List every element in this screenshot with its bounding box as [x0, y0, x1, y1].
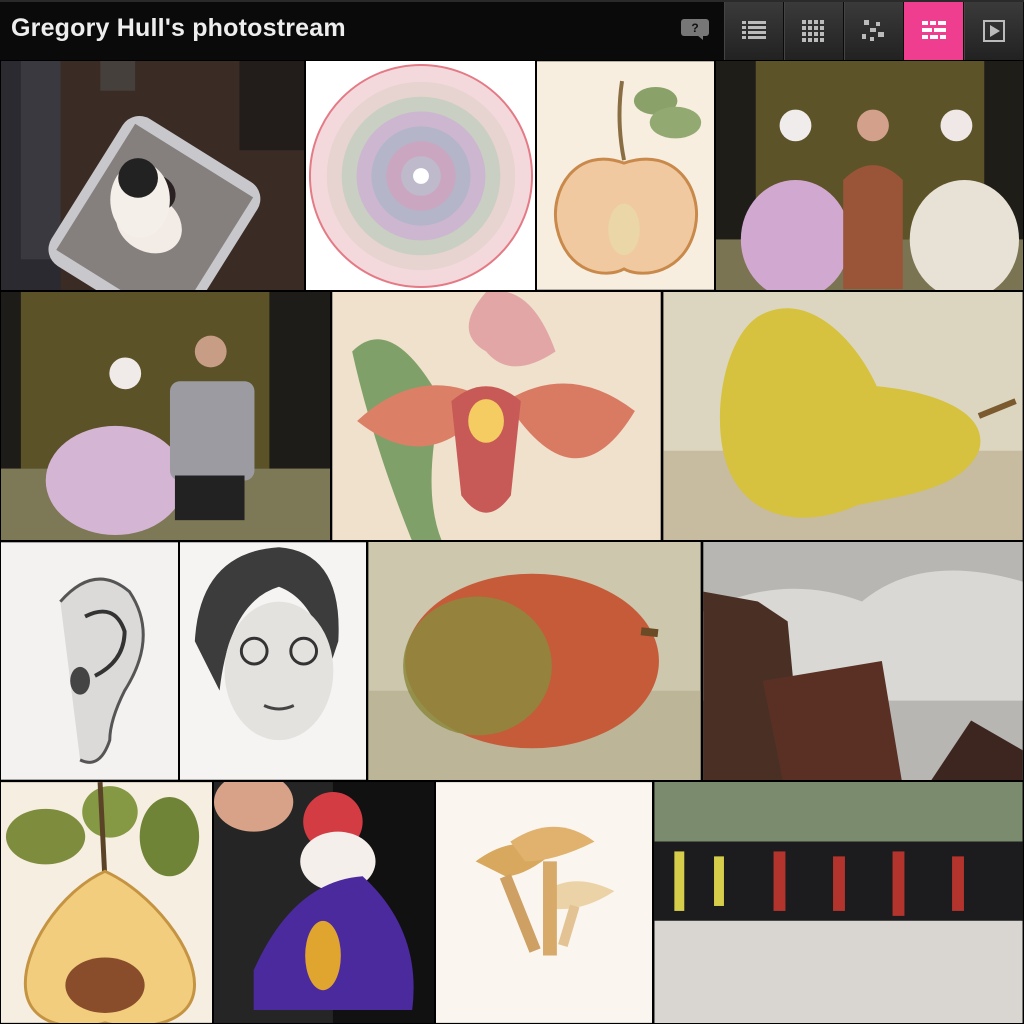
speech-bubble-question-icon[interactable]: ?: [681, 19, 709, 41]
scatter-view-button[interactable]: [844, 2, 903, 60]
photo-geisha-trio[interactable]: [715, 60, 1024, 291]
photo-quince[interactable]: [0, 781, 213, 1024]
grid-view-button[interactable]: [784, 2, 843, 60]
photo-orchid[interactable]: [331, 291, 662, 541]
photo-mango[interactable]: [367, 541, 702, 781]
photo-pear[interactable]: [662, 291, 1024, 541]
photo-portrait[interactable]: [179, 541, 367, 781]
photo-mushrooms[interactable]: [435, 781, 653, 1024]
svg-text:?: ?: [691, 21, 698, 35]
mosaic-view-button[interactable]: [904, 2, 963, 60]
photo-mountains[interactable]: [702, 541, 1024, 781]
photo-apple[interactable]: [536, 60, 715, 291]
slideshow-button[interactable]: [964, 2, 1023, 60]
grid-icon: [802, 20, 824, 42]
photo-festival[interactable]: [653, 781, 1024, 1024]
view-toolbar: [724, 2, 1024, 60]
list-view-button[interactable]: [724, 2, 783, 60]
photo-costume-dog[interactable]: [213, 781, 435, 1024]
page-title: Gregory Hull's photostream: [11, 14, 346, 42]
header-bar: Gregory Hull's photostream ?: [0, 0, 1024, 60]
play-icon: [983, 20, 1005, 42]
photo-dog-iphone[interactable]: [0, 60, 305, 291]
photo-geisha-man[interactable]: [0, 291, 331, 541]
photo-mandala[interactable]: [305, 60, 536, 291]
photo-ear[interactable]: [0, 541, 179, 781]
scatter-icon: [862, 20, 884, 41]
list-icon: [742, 21, 766, 39]
mosaic-icon: [922, 21, 946, 39]
